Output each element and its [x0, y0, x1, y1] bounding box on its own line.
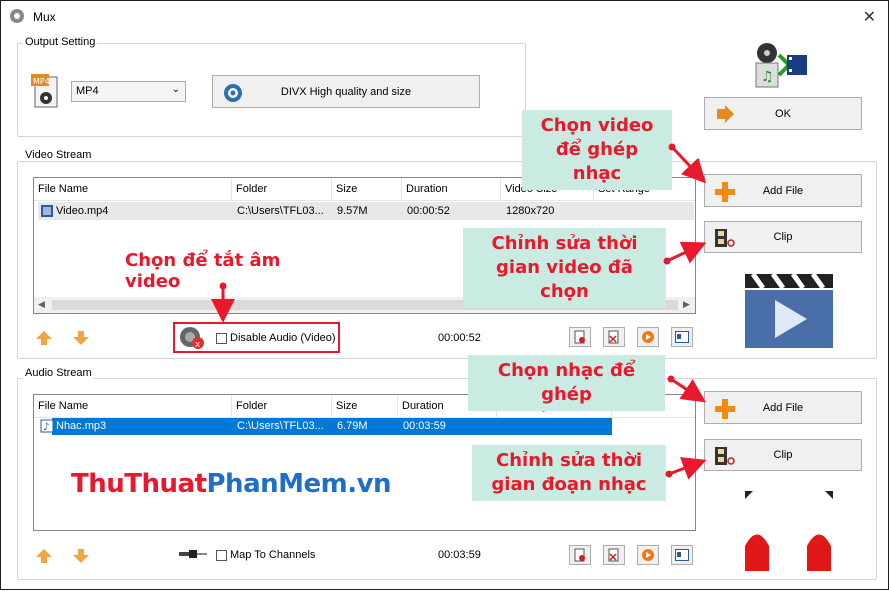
audio-file-duration: 00:03:59	[403, 420, 446, 432]
headphones-icon	[745, 491, 833, 571]
column-header-duration[interactable]: Duration	[402, 178, 501, 200]
svg-text:x: x	[195, 340, 201, 350]
remove-all-button[interactable]	[603, 545, 625, 565]
map-channels-checkbox[interactable]	[216, 550, 227, 561]
map-channels-label: Map To Channels	[230, 549, 316, 561]
video-file-resolution: 1280x720	[506, 205, 555, 217]
close-icon[interactable]: ✕	[863, 7, 876, 27]
header-divider	[34, 200, 695, 201]
gear-icon	[224, 84, 242, 102]
title-bar: Mux ✕	[1, 1, 888, 31]
audio-jack-icon	[179, 550, 207, 558]
delete-file-button[interactable]	[569, 327, 591, 347]
watermark-part-1: Thu	[71, 469, 125, 499]
callout-mute-video: Chọn để tắt âm video	[121, 250, 335, 292]
info-card-icon	[675, 331, 689, 343]
video-file-name: Video.mp4	[56, 205, 109, 217]
column-header-file-name[interactable]: File Name	[34, 395, 232, 417]
audio-file-size: 6.79M	[337, 420, 368, 432]
audio-total-duration: 00:03:59	[438, 549, 481, 561]
scroll-right-icon[interactable]: ▶	[683, 299, 690, 310]
callout-clip-audio: Chỉnh sửa thời gian đoạn nhạc	[472, 445, 666, 501]
move-down-icon[interactable]	[73, 331, 89, 345]
play-icon	[642, 549, 654, 561]
video-total-duration: 00:00:52	[438, 332, 481, 344]
audio-file-folder: C:\Users\TFL03...	[237, 420, 324, 432]
plus-icon	[715, 182, 735, 202]
disable-audio-checkbox[interactable]	[216, 333, 227, 344]
disable-audio-label: Disable Audio (Video)	[230, 332, 336, 344]
table-row[interactable]	[52, 418, 612, 435]
move-down-icon[interactable]	[73, 549, 89, 563]
watermark-part-2: Thuat	[124, 469, 207, 499]
video-file-folder: C:\Users\TFL03...	[237, 205, 324, 217]
column-header-size[interactable]: Size	[332, 178, 402, 200]
video-clip-button[interactable]: Clip	[704, 221, 862, 253]
audio-add-file-button[interactable]: Add File	[704, 391, 862, 424]
play-button[interactable]	[637, 327, 659, 347]
preset-button[interactable]: DIVX High quality and size	[212, 75, 480, 108]
video-file-size: 9.57M	[337, 205, 368, 217]
callout-clip-video: Chỉnh sửa thời gian video đã chọn	[463, 228, 666, 308]
format-select-value: MP4	[76, 85, 99, 97]
move-up-icon[interactable]	[36, 549, 52, 563]
chevron-down-icon: ⌄	[171, 84, 180, 95]
mux-window: Mux ✕ Output Setting MP4 MP4 ⌄ DIVX High…	[0, 0, 889, 590]
scroll-left-icon[interactable]: ◀	[38, 299, 45, 310]
clapperboard-play-icon	[745, 272, 833, 348]
video-clip-label: Clip	[773, 231, 793, 243]
delete-file-button[interactable]	[569, 545, 591, 565]
video-file-icon	[41, 205, 53, 217]
remove-all-button[interactable]	[603, 327, 625, 347]
column-header-folder[interactable]: Folder	[232, 178, 332, 200]
mux-logo-icon: ♫	[755, 43, 807, 88]
video-add-file-label: Add File	[762, 184, 804, 197]
audio-file-icon: ♪	[40, 419, 54, 433]
audio-stream-label: Audio Stream	[23, 367, 94, 379]
ok-button[interactable]: OK	[704, 97, 862, 130]
app-icon	[10, 9, 24, 23]
film-scissors-icon	[715, 229, 735, 247]
window-title: Mux	[33, 10, 56, 24]
document-clear-icon	[608, 548, 619, 562]
film-scissors-icon	[715, 447, 735, 465]
watermark-part-4: .vn	[347, 469, 392, 499]
mp4-file-icon: MP4	[31, 74, 58, 108]
mute-speaker-icon: x	[180, 327, 204, 350]
document-clear-icon	[608, 330, 619, 344]
column-header-folder[interactable]: Folder	[232, 395, 332, 417]
column-header-file-name[interactable]: File Name	[34, 178, 232, 200]
audio-clip-label: Clip	[773, 449, 793, 461]
ok-label: OK	[775, 107, 791, 120]
info-card-icon	[675, 549, 689, 561]
format-select[interactable]: MP4 ⌄	[71, 81, 186, 102]
document-delete-icon	[574, 330, 585, 344]
svg-text:♫: ♫	[761, 69, 774, 85]
video-file-duration: 00:00:52	[407, 205, 450, 217]
audio-add-file-label: Add File	[762, 401, 804, 414]
plus-icon	[715, 399, 735, 419]
play-icon	[642, 331, 654, 343]
arrow-right-icon	[717, 105, 734, 123]
watermark: ThuThuatPhanMem.vn	[71, 469, 392, 499]
svg-text:MP4: MP4	[33, 77, 50, 86]
info-button[interactable]	[671, 327, 693, 347]
move-up-icon[interactable]	[36, 331, 52, 345]
watermark-part-3: PhanMem	[206, 469, 348, 499]
callout-select-video: Chọn video để ghép nhạc	[522, 110, 672, 190]
preset-label: DIVX High quality and size	[280, 85, 412, 98]
output-setting-label: Output Setting	[23, 36, 98, 48]
video-stream-label: Video Stream	[23, 149, 94, 161]
audio-clip-button[interactable]: Clip	[704, 439, 862, 471]
column-header-size[interactable]: Size	[332, 395, 398, 417]
document-delete-icon	[574, 548, 585, 562]
audio-file-name: Nhac.mp3	[56, 420, 107, 432]
info-button[interactable]	[671, 545, 693, 565]
video-add-file-button[interactable]: Add File	[704, 174, 862, 207]
callout-select-audio: Chọn nhạc để ghép	[468, 355, 665, 411]
play-button[interactable]	[637, 545, 659, 565]
svg-text:♪: ♪	[43, 422, 49, 433]
